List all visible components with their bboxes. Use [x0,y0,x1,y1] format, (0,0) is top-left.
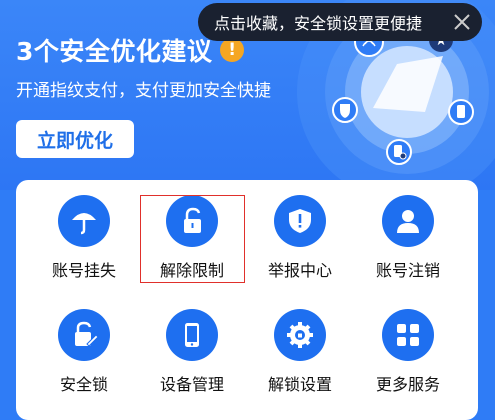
grid-label: 举报中心 [267,261,332,280]
grid-label: 更多服务 [375,375,440,394]
phone-icon [166,309,218,361]
close-icon[interactable] [452,12,472,32]
warning-icon[interactable]: ! [220,38,245,62]
grid-label: 解锁设置 [267,375,332,394]
grid-item-account-cancel[interactable]: 账号注销 [354,195,462,291]
shield-small-icon [332,97,358,123]
optimize-now-button[interactable]: 立即优化 [16,120,134,158]
grid-icon [382,309,434,361]
umbrella-icon [58,195,110,247]
gear-icon [274,309,326,361]
edit-lock-icon [58,309,110,361]
grid-item-account-loss[interactable]: 账号挂失 [30,195,138,291]
favorite-tooltip[interactable]: 点击收藏，安全锁设置更便捷 [198,3,482,41]
shield-alert-icon [274,195,326,247]
grid-label: 安全锁 [59,375,108,394]
grid-label: 设备管理 [159,375,224,394]
user-icon [382,195,434,247]
tooltip-text: 点击收藏，安全锁设置更便捷 [214,14,423,33]
grid-item-unlock-settings[interactable]: 解锁设置 [246,309,354,405]
hero-subtitle: 开通指纹支付，支付更加安全快捷 [16,81,271,101]
mobile-small-icon [448,99,474,125]
selection-highlight [140,195,245,283]
grid-item-device-management[interactable]: 设备管理 [138,309,246,405]
grid-label: 账号注销 [375,261,440,280]
grid-label: 账号挂失 [51,261,116,280]
hero-title-text: 3个安全优化建议 [16,37,213,66]
grid-item-more-services[interactable]: 更多服务 [354,309,462,405]
device-lock-small-icon [386,139,412,165]
grid-item-report-center[interactable]: 举报中心 [246,195,354,291]
grid-item-security-lock[interactable]: 安全锁 [30,309,138,405]
